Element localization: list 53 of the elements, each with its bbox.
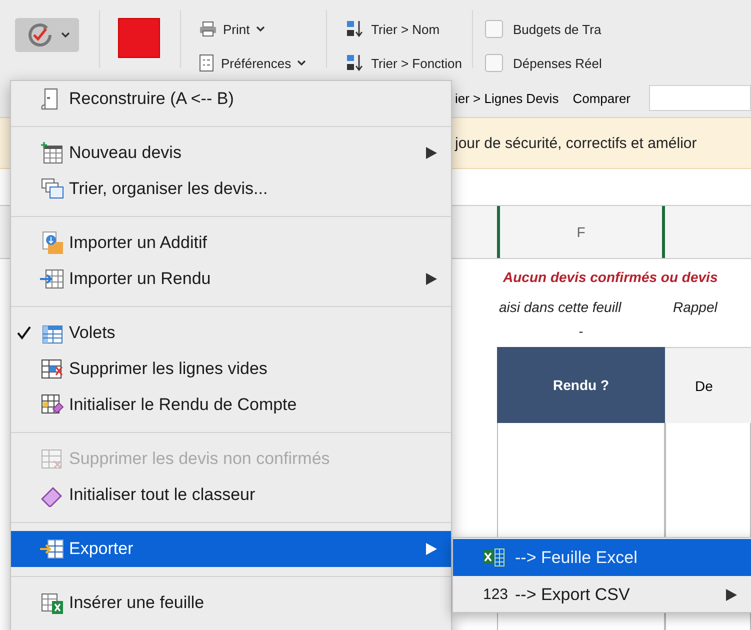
sort-button[interactable]: Trier > Nom bbox=[345, 18, 462, 40]
note-text: aisi dans cette feuill bbox=[498, 298, 622, 317]
menu-item[interactable]: Importer un Additif bbox=[11, 225, 451, 261]
table-add-icon bbox=[39, 141, 65, 165]
spreadsheet-insert-icon bbox=[39, 591, 65, 615]
sort-icon bbox=[345, 19, 366, 39]
menu-item[interactable]: 123 --> Export CSV bbox=[453, 576, 751, 613]
menu-item[interactable]: Volets bbox=[11, 315, 451, 351]
spreadsheet-icon bbox=[483, 548, 507, 568]
submenu-arrow-icon bbox=[426, 543, 437, 555]
windows-icon bbox=[39, 177, 65, 201]
table-delete-icon bbox=[39, 357, 65, 381]
sort-icon bbox=[345, 53, 366, 73]
color-swatch-button[interactable] bbox=[118, 18, 160, 58]
refresh-check-button[interactable] bbox=[15, 18, 79, 52]
table-header: De bbox=[665, 347, 751, 423]
menu-item[interactable]: Initialiser le Rendu de Compte bbox=[11, 387, 451, 423]
menu-item[interactable]: Insérer une feuille bbox=[11, 585, 451, 621]
update-banner-text: jour de sécurité, correctifs et amélior bbox=[455, 134, 697, 152]
menu-item[interactable]: Exporter bbox=[11, 531, 451, 567]
sort-button[interactable]: Trier > Fonction bbox=[345, 52, 462, 74]
table-import-icon bbox=[39, 267, 65, 291]
menu-item[interactable]: Reconstruire (A <-- B) bbox=[11, 81, 451, 117]
column-header[interactable]: F bbox=[497, 206, 665, 258]
preferences-button[interactable]: Préférences bbox=[199, 52, 306, 74]
input-field[interactable] bbox=[648, 85, 751, 111]
caret-icon bbox=[297, 60, 306, 66]
sort-button[interactable]: ier > Lignes Devis bbox=[455, 87, 559, 109]
checkbox[interactable] bbox=[485, 20, 504, 38]
submenu-arrow-icon bbox=[426, 273, 437, 285]
print-button[interactable]: Print bbox=[199, 18, 306, 40]
caret-icon bbox=[60, 32, 70, 38]
number-icon: 123 bbox=[483, 586, 508, 603]
checkbox-label: Dépenses Réel bbox=[513, 56, 602, 70]
table-export-icon bbox=[39, 537, 65, 561]
table-header: Rendu ? bbox=[497, 347, 665, 423]
compare-button[interactable]: Comparer bbox=[572, 87, 630, 109]
menu-item[interactable]: Supprimer les lignes vides bbox=[11, 351, 451, 387]
sign-text: - bbox=[578, 323, 584, 341]
note-text: Rappel bbox=[672, 298, 719, 317]
checkbox[interactable] bbox=[485, 54, 504, 72]
menu-item[interactable]: Trier, organiser les devis... bbox=[11, 171, 451, 207]
menu-item[interactable]: Nouveau devis bbox=[11, 135, 451, 171]
submenu-arrow-icon bbox=[726, 588, 737, 600]
menu-item[interactable]: Initialiser tout le classeur bbox=[11, 477, 451, 513]
document-icon bbox=[199, 54, 215, 72]
caret-icon bbox=[256, 26, 265, 32]
printer-icon bbox=[199, 21, 217, 37]
checkbox-label: Budgets de Tra bbox=[513, 22, 602, 36]
menu-item[interactable]: Importer un Rendu bbox=[11, 261, 451, 297]
warning-text: Aucun devis confirmés ou devis bbox=[502, 268, 719, 287]
submenu-arrow-icon bbox=[426, 147, 437, 159]
menu-item[interactable]: --> Feuille Excel bbox=[453, 539, 751, 576]
